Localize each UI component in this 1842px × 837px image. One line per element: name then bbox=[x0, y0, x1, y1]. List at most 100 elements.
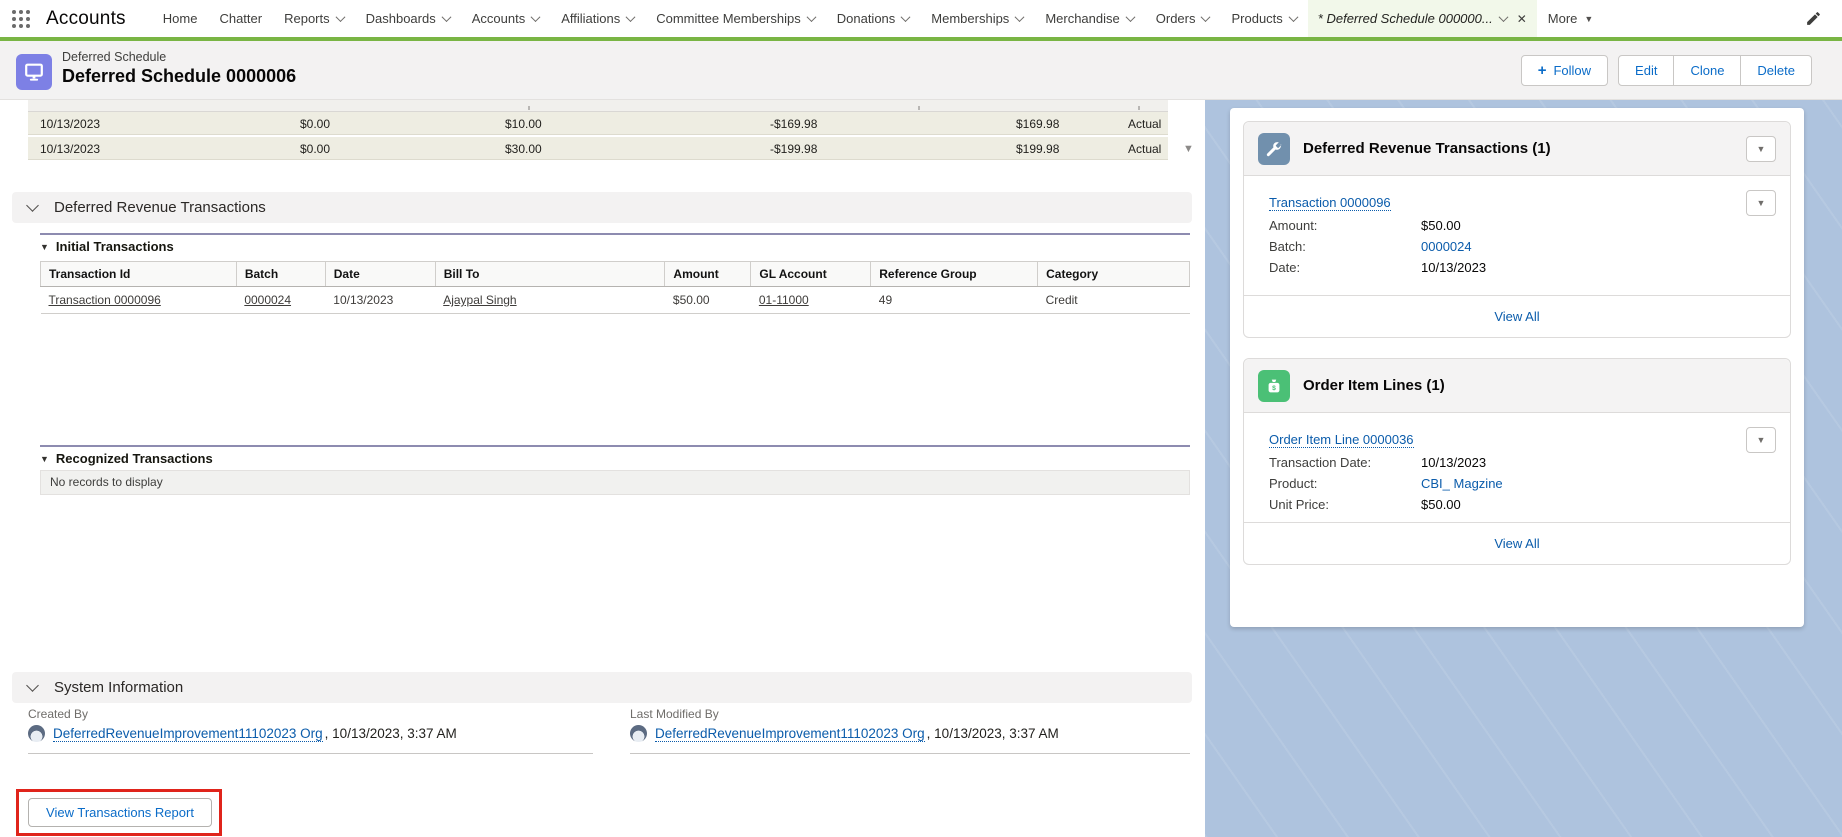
col-batch: Batch bbox=[236, 262, 325, 287]
section-system-information[interactable]: System Information bbox=[12, 672, 1192, 703]
chevron-down-icon[interactable] bbox=[1125, 12, 1135, 22]
cell-amount: $50.00 bbox=[665, 287, 751, 314]
app-launcher-icon[interactable] bbox=[12, 10, 30, 28]
nav-tab-reports[interactable]: Reports bbox=[273, 0, 355, 37]
no-records-message: No records to display bbox=[40, 470, 1190, 495]
field-row: Amount: $50.00 bbox=[1269, 218, 1776, 233]
card-header: Deferred Revenue Transactions (1) ▼ bbox=[1244, 122, 1790, 176]
field-value: 10/13/2023 bbox=[1421, 455, 1486, 470]
view-all-link[interactable]: View All bbox=[1494, 536, 1539, 551]
nav-tab-accounts[interactable]: Accounts bbox=[461, 0, 550, 37]
field-value: $50.00 bbox=[1421, 218, 1461, 233]
chevron-down-icon[interactable] bbox=[1201, 12, 1211, 22]
card-body: Transaction 0000096 ▼ Amount: $50.00 Bat… bbox=[1244, 176, 1790, 283]
chevron-down-icon[interactable] bbox=[1015, 12, 1025, 22]
row-actions-button[interactable]: ▼ bbox=[1746, 427, 1776, 453]
schedule-cell-date: 10/13/2023 bbox=[40, 142, 100, 156]
chevron-down-icon[interactable] bbox=[335, 12, 345, 22]
schedule-cell: $30.00 bbox=[505, 142, 542, 156]
edit-navigation-pencil-icon[interactable] bbox=[1805, 10, 1822, 27]
transaction-record-link[interactable]: Transaction 0000096 bbox=[1269, 195, 1391, 211]
nav-tab-home[interactable]: Home bbox=[152, 0, 209, 37]
follow-button[interactable]: + Follow bbox=[1521, 55, 1608, 86]
field-label: Product: bbox=[1269, 476, 1421, 491]
chevron-down-icon[interactable] bbox=[806, 12, 816, 22]
section-deferred-revenue-transactions[interactable]: Deferred Revenue Transactions bbox=[12, 192, 1192, 223]
schedule-cell: $0.00 bbox=[300, 117, 330, 131]
initial-transactions-toggle[interactable]: ▼ Initial Transactions bbox=[40, 239, 174, 254]
field-row: Batch: 0000024 bbox=[1269, 239, 1776, 254]
gl-account-link[interactable]: 01-11000 bbox=[759, 293, 809, 307]
wrench-icon bbox=[1258, 133, 1290, 165]
card-footer: View All bbox=[1244, 522, 1790, 564]
nav-tab-memberships[interactable]: Memberships bbox=[920, 0, 1034, 37]
chevron-down-icon[interactable] bbox=[441, 12, 451, 22]
nav-tab-dashboards[interactable]: Dashboards bbox=[355, 0, 461, 37]
svg-text:$: $ bbox=[1272, 384, 1276, 391]
field-value: $50.00 bbox=[1421, 497, 1461, 512]
field-label: Date: bbox=[1269, 260, 1421, 275]
divider bbox=[40, 445, 1190, 447]
transaction-link[interactable]: Transaction 0000096 bbox=[49, 293, 161, 307]
nav-more-menu[interactable]: More ▼ bbox=[1537, 0, 1605, 37]
field-underline bbox=[630, 753, 1190, 754]
product-record-link[interactable]: CBI_ Magzine bbox=[1421, 476, 1503, 491]
field-label: Transaction Date: bbox=[1269, 455, 1421, 470]
card-header: $ Order Item Lines (1) bbox=[1244, 359, 1790, 413]
nav-tab-affiliations[interactable]: Affiliations bbox=[550, 0, 645, 37]
batch-record-link[interactable]: 0000024 bbox=[1421, 239, 1472, 254]
clone-button[interactable]: Clone bbox=[1674, 55, 1741, 86]
plus-icon: + bbox=[1538, 62, 1547, 79]
field-label: Amount: bbox=[1269, 218, 1421, 233]
salesforce-app: Accounts Home Chatter Reports Dashboards… bbox=[0, 0, 1842, 837]
nav-tabs: Home Chatter Reports Dashboards Accounts… bbox=[152, 0, 1605, 37]
chevron-down-icon[interactable] bbox=[531, 12, 541, 22]
edit-button[interactable]: Edit bbox=[1618, 55, 1674, 86]
delete-button[interactable]: Delete bbox=[1741, 55, 1812, 86]
chevron-down-icon[interactable] bbox=[1288, 12, 1298, 22]
deferred-revenue-transactions-card: Deferred Revenue Transactions (1) ▼ Tran… bbox=[1243, 121, 1791, 338]
col-transaction-id: Transaction Id bbox=[41, 262, 237, 287]
nav-tab-donations[interactable]: Donations bbox=[826, 0, 921, 37]
nav-tab-products[interactable]: Products bbox=[1220, 0, 1307, 37]
created-by-user-link[interactable]: DeferredRevenueImprovement11102023 Org bbox=[53, 726, 323, 742]
related-lists-panel: Deferred Revenue Transactions (1) ▼ Tran… bbox=[1230, 108, 1804, 627]
nav-tab-committee-memberships[interactable]: Committee Memberships bbox=[645, 0, 826, 37]
scrollbar-down-arrow[interactable]: ▼ bbox=[1183, 143, 1194, 155]
cell-reference-group: 49 bbox=[871, 287, 1038, 314]
batch-link[interactable]: 0000024 bbox=[244, 293, 291, 307]
col-reference-group: Reference Group bbox=[871, 262, 1038, 287]
field-row: Date: 10/13/2023 bbox=[1269, 260, 1776, 275]
user-avatar bbox=[28, 725, 45, 742]
field-label: Batch: bbox=[1269, 239, 1421, 254]
nav-tab-chatter[interactable]: Chatter bbox=[208, 0, 273, 37]
chevron-down-icon[interactable] bbox=[626, 12, 636, 22]
chevron-down-icon[interactable] bbox=[901, 12, 911, 22]
bill-to-link[interactable]: Ajaypal Singh bbox=[443, 293, 516, 307]
col-gl-account: GL Account bbox=[751, 262, 871, 287]
field-underline bbox=[28, 753, 593, 754]
schedule-cell-date: 10/13/2023 bbox=[40, 117, 100, 131]
chevron-down-icon[interactable] bbox=[1498, 12, 1508, 22]
field-row: Unit Price: $50.00 bbox=[1269, 497, 1776, 512]
modified-datetime: , 10/13/2023, 3:37 AM bbox=[927, 726, 1059, 741]
last-modified-user-link[interactable]: DeferredRevenueImprovement11102023 Org bbox=[655, 726, 925, 742]
recognized-transactions-toggle[interactable]: ▼ Recognized Transactions bbox=[40, 451, 213, 466]
nav-tab-deferred-schedule-active[interactable]: * Deferred Schedule 000000... ✕ bbox=[1308, 0, 1537, 37]
schedule-cell-status: Actual bbox=[1128, 142, 1161, 156]
schedule-cell: $199.98 bbox=[1016, 142, 1059, 156]
order-item-line-record-link[interactable]: Order Item Line 0000036 bbox=[1269, 432, 1414, 448]
field-label: Unit Price: bbox=[1269, 497, 1421, 512]
nav-tab-orders[interactable]: Orders bbox=[1145, 0, 1221, 37]
close-tab-icon[interactable]: ✕ bbox=[1517, 12, 1527, 26]
card-menu-button[interactable]: ▼ bbox=[1746, 136, 1776, 162]
nav-tab-merchandise[interactable]: Merchandise bbox=[1034, 0, 1144, 37]
row-actions-button[interactable]: ▼ bbox=[1746, 190, 1776, 216]
view-all-link[interactable]: View All bbox=[1494, 309, 1539, 324]
record-actions: + Follow Edit Clone Delete bbox=[1521, 55, 1812, 86]
triangle-down-icon: ▼ bbox=[40, 242, 49, 252]
field-row: Product: CBI_ Magzine bbox=[1269, 476, 1776, 491]
schedule-table-header-cutoff bbox=[28, 100, 1168, 112]
view-transactions-report-button[interactable]: View Transactions Report bbox=[28, 798, 212, 827]
schedule-row: 10/13/2023 $0.00 $30.00 -$199.98 $199.98… bbox=[28, 137, 1168, 160]
